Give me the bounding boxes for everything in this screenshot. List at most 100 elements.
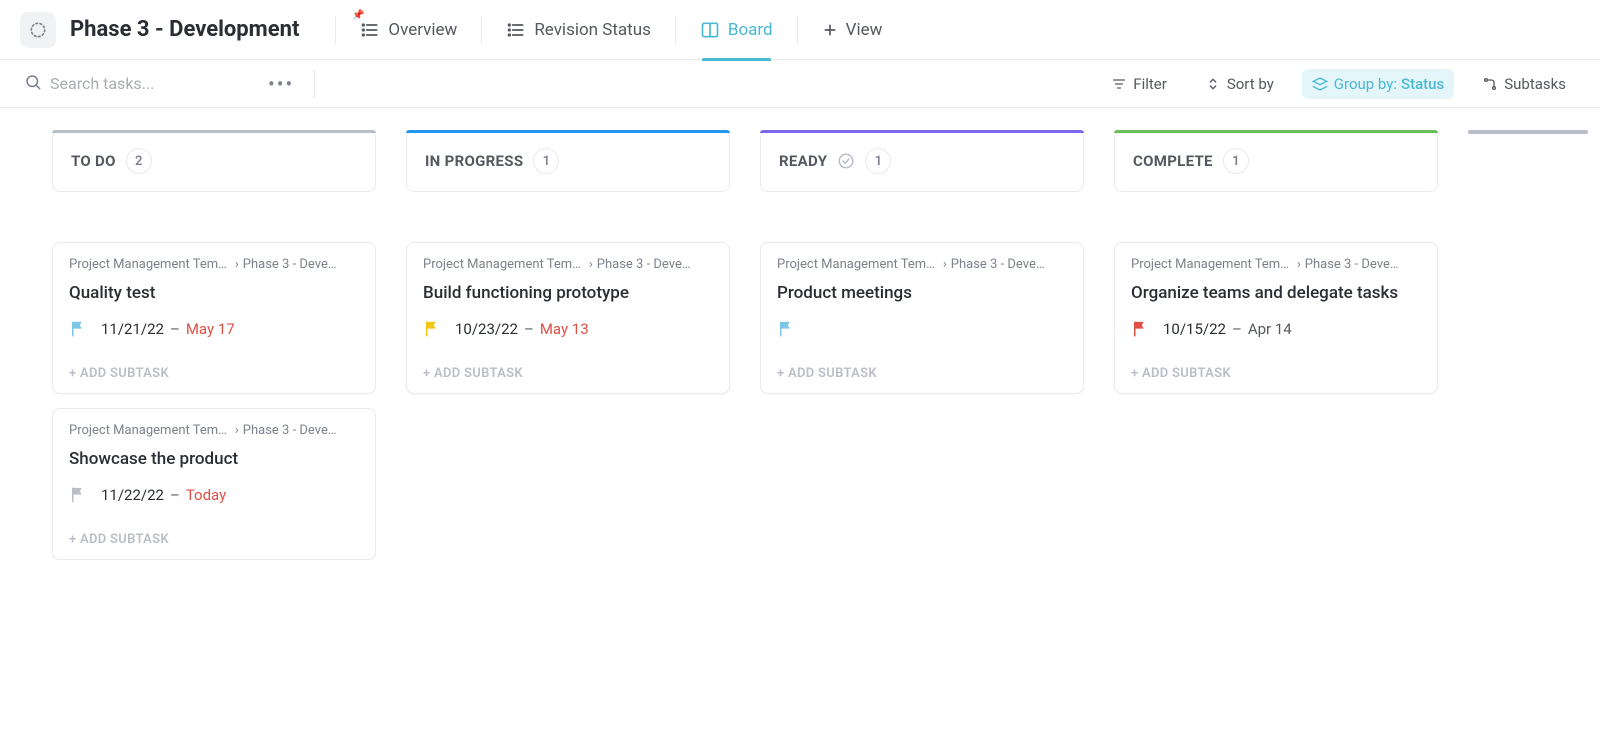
task-card[interactable]: Project Management Tem…›Phase 3 - Deve…P… [760,242,1084,394]
board-icon [700,20,720,40]
sort-label: Sort by [1227,75,1274,93]
column-count: 1 [1223,148,1249,174]
card-meta: 11/22/22–Today [69,486,359,504]
task-card[interactable]: Project Management Tem… › Phase 3 - Deve… S… [52,408,376,560]
breadcrumb-root: Project Management Tem… [69,423,227,438]
board-column: IN PROGRESS 1 Project Management Tem…›Phas… [406,130,730,560]
end-date: May 13 [540,320,589,338]
plus-icon [822,22,838,38]
sort-button[interactable]: Sort by [1195,69,1284,99]
flag-icon[interactable] [1131,320,1149,338]
pin-icon: 📌 [352,10,364,21]
card-title: Build functioning prototype [423,282,713,304]
toolbar: ••• Filter Sort by Group by: Status Subt… [0,60,1600,108]
card-meta [777,320,1067,338]
breadcrumb[interactable]: Project Management Tem…›Phase 3 - Deve… [1131,257,1421,272]
subtasks-button[interactable]: Subtasks [1472,69,1576,99]
column-header[interactable]: COMPLETE1 [1114,130,1438,192]
flag-icon[interactable] [777,320,795,338]
tab-overview[interactable]: 📌 Overview [344,0,473,60]
task-card[interactable]: Project Management Tem… › Phase 3 - Deve… Q… [52,242,376,394]
breadcrumb-root: Project Management Tem… [423,257,581,272]
add-subtask-button[interactable]: + ADD SUBTASK [777,366,1067,381]
cards-list: Project Management Tem…›Phase 3 - Deve… O… [1114,242,1438,394]
card-meta: 11/21/22–May 17 [69,320,359,338]
divider [314,70,315,98]
breadcrumb[interactable]: Project Management Tem…›Phase 3 - Deve… [423,257,713,272]
task-card[interactable]: Project Management Tem…›Phase 3 - Deve… B… [406,242,730,394]
column-header[interactable]: IN PROGRESS 1 [406,130,730,192]
card-title: Organize teams and delegate tasks [1131,282,1421,304]
search-icon [24,73,50,95]
tab-label: Overview [388,20,457,40]
start-date: 11/22/22 [101,486,164,504]
tab-revision-status[interactable]: Revision Status [490,0,667,60]
breadcrumb-leaf: Phase 3 - Deve… [243,423,337,438]
overview-icon [360,20,380,40]
start-date: 10/15/22 [1163,320,1226,338]
card-title: Showcase the product [69,448,359,470]
breadcrumb-leaf: Phase 3 - Deve… [243,257,337,272]
list-icon [506,20,526,40]
flag-icon[interactable] [69,320,87,338]
start-date: 10/23/22 [455,320,518,338]
breadcrumb[interactable]: Project Management Tem…›Phase 3 - Deve… [777,257,1067,272]
column-header[interactable]: READY1 [760,130,1084,192]
end-date: May 17 [186,320,235,338]
groupby-value: Status [1401,75,1444,93]
header-bar: Phase 3 - Development 📌 Overview Revisio… [0,0,1600,60]
divider [797,16,798,44]
column-header[interactable]: TO DO2 [52,130,376,192]
project-icon[interactable] [20,12,56,48]
search-input[interactable] [50,74,250,93]
cards-list: Project Management Tem… › Phase 3 - Deve… Q… [52,242,376,560]
date-separator: – [170,486,180,504]
check-icon [837,152,855,170]
chevron-right-icon: › [235,257,239,272]
column-title: IN PROGRESS [425,152,523,170]
chevron-right-icon: › [943,257,947,272]
column-count: 1 [533,148,559,174]
tab-label: Revision Status [534,20,651,40]
card-meta: 10/15/22–Apr 14 [1131,320,1421,338]
column-count: 1 [865,148,891,174]
column-count: 2 [126,148,152,174]
board-column: TO DO2 Project Management Tem… › Phase 3 - … [52,130,376,560]
card-title: Quality test [69,282,359,304]
date-separator: – [1232,320,1242,338]
task-card[interactable]: Project Management Tem…›Phase 3 - Deve… O… [1114,242,1438,394]
page-title: Phase 3 - Development [70,17,299,42]
add-subtask-button[interactable]: + ADD SUBTASK [1131,366,1421,381]
chevron-right-icon: › [235,423,239,438]
more-button[interactable]: ••• [268,72,294,96]
board-column: READY1Project Management Tem…›Phase 3 - … [760,130,1084,560]
cards-list: Project Management Tem…›Phase 3 - Deve…P… [760,242,1084,394]
start-date: 11/21/22 [101,320,164,338]
breadcrumb[interactable]: Project Management Tem… › Phase 3 - Deve… [69,423,359,438]
breadcrumb-leaf: Phase 3 - Deve… [597,257,691,272]
filter-button[interactable]: Filter [1101,69,1177,99]
board: TO DO2Project Management Tem…›Phase 3 - … [0,108,1600,560]
add-subtask-button[interactable]: + ADD SUBTASK [423,366,713,381]
breadcrumb[interactable]: Project Management Tem… › Phase 3 - Deve… [69,257,359,272]
cards-list: Project Management Tem…›Phase 3 - Deve… B… [406,242,730,394]
add-subtask-button[interactable]: + ADD SUBTASK [69,532,359,547]
flag-icon[interactable] [69,486,87,504]
breadcrumb-leaf: Phase 3 - Deve… [1305,257,1399,272]
date-separator: – [170,320,180,338]
groupby-label: Group by: [1334,75,1397,93]
groupby-button[interactable]: Group by: Status [1302,69,1454,99]
flag-icon[interactable] [423,320,441,338]
board-column: COMPLETE1 Project Management Tem…›Phase 3… [1114,130,1438,560]
subtasks-label: Subtasks [1504,75,1566,93]
tab-label: Board [728,20,773,40]
breadcrumb-leaf: Phase 3 - Deve… [951,257,1045,272]
card-meta: 10/23/22–May 13 [423,320,713,338]
add-subtask-button[interactable]: + ADD SUBTASK [69,366,359,381]
end-date: Today [186,486,226,504]
tab-add-view[interactable]: View [806,0,899,60]
breadcrumb-root: Project Management Tem… [69,257,227,272]
divider [675,16,676,44]
overflow-column-indicator [1468,130,1588,134]
tab-board[interactable]: Board [684,0,789,60]
